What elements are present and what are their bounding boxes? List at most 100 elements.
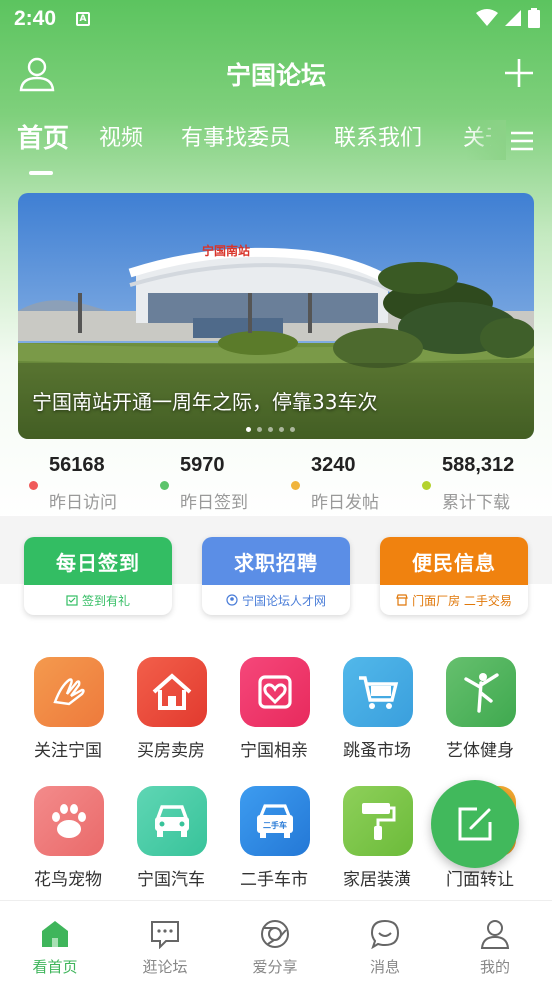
grid-label: 宁国汽车 (137, 870, 205, 890)
nav-home[interactable]: 看首页 (0, 901, 110, 983)
nav-label: 看首页 (32, 958, 78, 976)
stat-value: 3240 (311, 454, 356, 476)
stat-value: 588,312 (442, 454, 515, 476)
tab-committee[interactable]: 有事找委员 (181, 120, 291, 152)
jobs-card[interactable]: 求职招聘 宁国论坛人才网 (202, 537, 350, 615)
stat-label: 昨日发帖 (311, 493, 379, 513)
stat-dot (291, 481, 300, 490)
heart-icon (240, 657, 310, 727)
banner-carousel[interactable]: 宁国南站 宁国南站开通一周年之际，停靠33车次 (18, 193, 534, 439)
grid-used-cars[interactable]: 二手车 二手车市 (224, 786, 324, 896)
grid-real-estate[interactable]: 买房卖房 (121, 657, 221, 767)
notification-a-icon: A (76, 12, 91, 26)
person-badge-icon (226, 594, 238, 606)
page-title: 宁国论坛 (225, 61, 326, 90)
station-sign: 宁国南站 (202, 243, 250, 258)
used-car-icon: 二手车 (240, 786, 310, 856)
grid-label: 二手车市 (240, 870, 308, 890)
carousel-dots (246, 427, 295, 432)
nav-share[interactable]: 爱分享 (220, 901, 330, 983)
status-icons (476, 8, 540, 28)
stat-value: 5970 (180, 454, 225, 476)
card-subtitle: 签到有礼 (81, 593, 130, 608)
status-bar: 2:40 A (0, 0, 552, 38)
tab-fade (466, 120, 506, 160)
nav-label: 我的 (479, 958, 510, 976)
grid-label: 艺体健身 (446, 741, 514, 761)
local-info-card[interactable]: 便民信息 门面厂房 二手交易 (380, 537, 528, 615)
card-title: 求职招聘 (202, 537, 350, 585)
carousel-dot (290, 427, 295, 432)
carousel-dot (279, 427, 284, 432)
grid-home-decor[interactable]: 家居装潢 (327, 786, 427, 896)
card-subtitle-row: 宁国论坛人才网 (202, 585, 350, 615)
grid-flea-market[interactable]: 跳蚤市场 (327, 657, 427, 767)
signal-icon (505, 10, 521, 26)
gymnast-icon (446, 657, 516, 727)
grid-label: 关注宁国 (34, 741, 102, 761)
forum-icon (151, 921, 179, 949)
hands-icon (34, 657, 104, 727)
message-icon (370, 919, 400, 949)
grid-dating[interactable]: 宁国相亲 (224, 657, 324, 767)
nav-label: 逛论坛 (142, 958, 188, 976)
stats-row: 56168 昨日访问 5970 昨日签到 3240 昨日发帖 588,312 累… (0, 452, 552, 516)
compose-button[interactable] (431, 780, 519, 868)
carousel-dot (268, 427, 273, 432)
grid-fitness[interactable]: 艺体健身 (430, 657, 530, 767)
card-subtitle-row: 签到有礼 (24, 585, 172, 615)
store-icon (396, 594, 408, 606)
grid-label: 宁国相亲 (240, 741, 308, 761)
card-subtitle: 宁国论坛人才网 (241, 593, 326, 608)
grid-pets[interactable]: 花鸟宠物 (18, 786, 118, 896)
car-icon (137, 786, 207, 856)
carousel-dot (257, 427, 262, 432)
card-subtitle: 门面厂房 二手交易 (412, 593, 512, 608)
cart-icon (343, 657, 413, 727)
paw-icon (34, 786, 104, 856)
carousel-dot-active (246, 427, 251, 432)
tab-indicator (29, 171, 53, 175)
paint-roller-icon (343, 786, 413, 856)
daily-signin-card[interactable]: 每日签到 签到有礼 (24, 537, 172, 615)
menu-icon[interactable] (510, 130, 534, 152)
stat-dot (422, 481, 431, 490)
stat-dot (160, 481, 169, 490)
card-title: 每日签到 (24, 537, 172, 585)
stat-dot (29, 481, 38, 490)
house-icon (137, 657, 207, 727)
grid-follow-ningguo[interactable]: 关注宁国 (18, 657, 118, 767)
grid-label: 买房卖房 (137, 741, 205, 761)
grid-cars[interactable]: 宁国汽车 (121, 786, 221, 896)
grid-label: 门面转让 (446, 870, 514, 890)
nav-profile[interactable]: 我的 (440, 901, 550, 983)
nav-label: 爱分享 (252, 958, 298, 976)
calendar-icon (66, 595, 78, 606)
top-bar: 宁国论坛 (0, 50, 552, 100)
tab-home[interactable]: 首页 (17, 118, 69, 155)
compose-icon (458, 807, 492, 841)
tab-bar: 首页 视频 有事找委员 联系我们 关于 (0, 120, 552, 176)
wifi-icon (476, 9, 498, 26)
status-time: 2:40 (14, 7, 57, 30)
stat-label: 昨日签到 (180, 493, 248, 513)
nav-messages[interactable]: 消息 (330, 901, 440, 983)
tab-contact[interactable]: 联系我们 (334, 120, 422, 152)
card-title: 便民信息 (380, 537, 528, 585)
stat-label: 昨日访问 (49, 493, 117, 513)
nav-label: 消息 (369, 958, 400, 976)
battery-icon (528, 8, 540, 28)
used-car-badge: 二手车 (263, 820, 287, 830)
grid-label: 家居装潢 (343, 870, 411, 890)
grid-label: 跳蚤市场 (343, 741, 411, 761)
stat-label: 累计下载 (442, 493, 510, 513)
share-icon (261, 920, 289, 948)
nav-forum[interactable]: 逛论坛 (110, 901, 220, 983)
profile-icon (480, 920, 510, 949)
home-icon (42, 921, 68, 947)
grid-label: 花鸟宠物 (34, 870, 102, 890)
bottom-nav: 看首页 逛论坛 爱分享 消息 我的 (0, 900, 552, 983)
plus-icon[interactable] (502, 56, 536, 90)
tab-video[interactable]: 视频 (99, 120, 143, 152)
stat-value: 56168 (49, 454, 105, 476)
